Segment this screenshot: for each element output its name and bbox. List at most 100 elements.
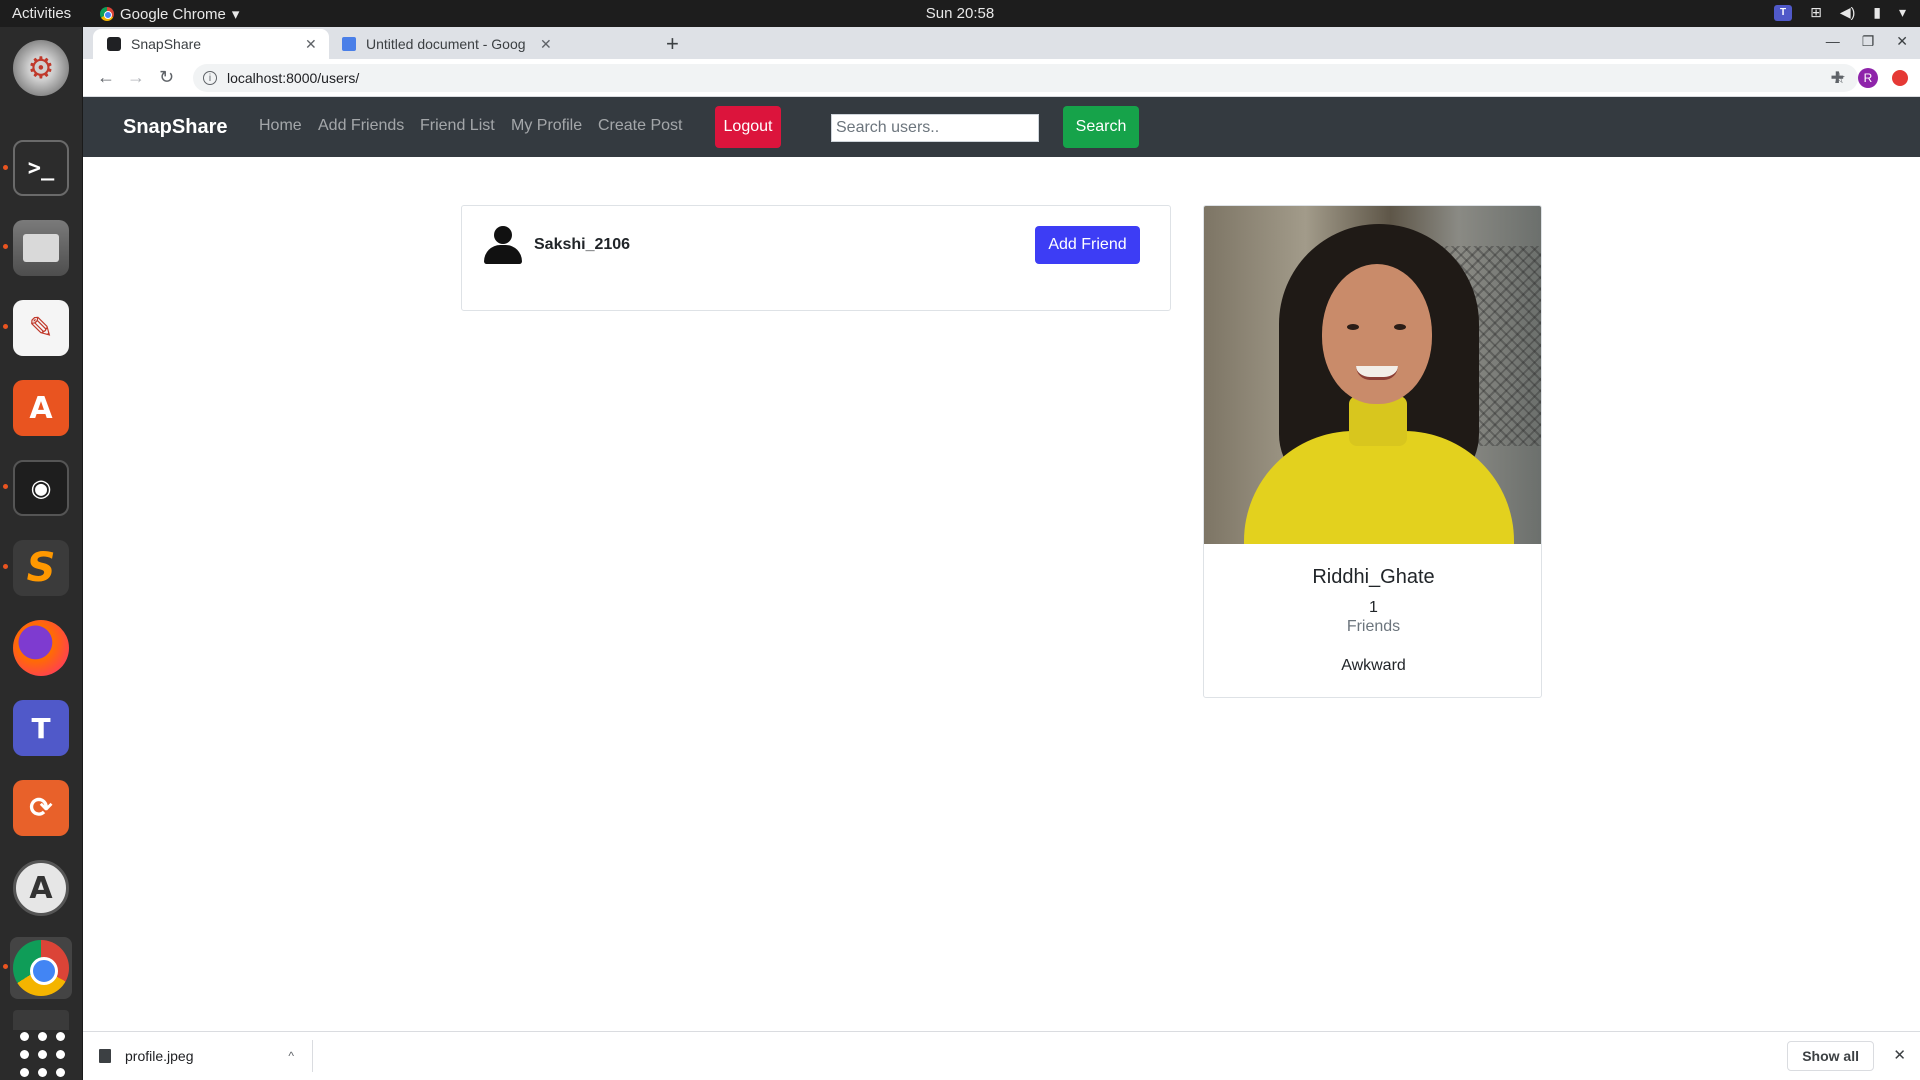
pdf-editor-icon: ⟳: [13, 780, 69, 836]
dock-sublime[interactable]: S: [10, 537, 72, 599]
forward-icon[interactable]: →: [127, 67, 145, 88]
friends-label: Friends: [1346, 618, 1401, 635]
close-window-icon[interactable]: ✕: [1896, 33, 1908, 50]
dock-terminal[interactable]: >_: [10, 137, 72, 199]
dock-updater[interactable]: A: [10, 857, 72, 919]
battery-icon[interactable]: ▮: [1873, 4, 1881, 21]
address-bar[interactable]: i localhost:8000/users/ ☆: [193, 64, 1858, 92]
network-icon[interactable]: ⊞: [1810, 4, 1822, 21]
text-editor-icon: ✎: [13, 300, 69, 356]
download-filename: profile.jpeg: [125, 1048, 194, 1064]
window-controls: — ❐ ✕: [1826, 33, 1908, 50]
chevron-up-icon[interactable]: ^: [288, 1049, 294, 1063]
dock-pdf[interactable]: ⟳: [10, 777, 72, 839]
search-users-input[interactable]: [831, 114, 1039, 142]
running-indicator: [3, 484, 8, 489]
teams-tray-icon[interactable]: T: [1774, 4, 1793, 21]
dock-safe[interactable]: ◉: [10, 457, 72, 519]
result-username[interactable]: Sakshi_2106: [534, 236, 630, 254]
profile-bio: Awkward: [1341, 657, 1406, 674]
back-icon[interactable]: ←: [97, 67, 115, 88]
dock: ⚙ >_ ✎ A ◉ S T ⟳ A: [0, 27, 83, 1080]
dock-trash[interactable]: [10, 1010, 72, 1030]
chrome-icon: [13, 940, 69, 996]
tab-google-docs[interactable]: Untitled document - Goog ✕: [328, 29, 564, 59]
close-icon[interactable]: ✕: [1893, 1046, 1906, 1064]
file-icon: [99, 1049, 111, 1063]
system-tray[interactable]: T ⊞ ◀) ▮ ▾: [1774, 4, 1906, 21]
site-navbar: SnapShare Home Add Friends Friend List M…: [83, 97, 1920, 157]
add-friend-button[interactable]: Add Friend: [1035, 226, 1140, 264]
dock-files[interactable]: [10, 217, 72, 279]
chrome-icon: [100, 7, 114, 21]
caret-down-icon: ▾: [231, 6, 240, 23]
close-tab-icon[interactable]: ✕: [305, 36, 317, 53]
profile-avatar[interactable]: R: [1858, 68, 1878, 88]
friend-count: 1: [1369, 599, 1378, 616]
app-menu-label: Google Chrome: [120, 5, 226, 23]
reload-icon[interactable]: ↻: [159, 67, 174, 88]
nav-create-post[interactable]: Create Post: [598, 117, 682, 135]
teams-icon: T: [13, 700, 69, 756]
close-tab-icon[interactable]: ✕: [540, 36, 552, 53]
user-result-card: Sakshi_2106 Add Friend: [461, 205, 1171, 311]
toolbar-actions: ✚ R: [1831, 68, 1908, 88]
dock-chrome[interactable]: [10, 937, 72, 999]
show-applications-icon[interactable]: [20, 1032, 65, 1077]
dock-firefox[interactable]: [10, 617, 72, 679]
url-text: localhost:8000/users/: [227, 70, 360, 86]
site-brand[interactable]: SnapShare: [123, 116, 227, 139]
extensions-icon[interactable]: ✚: [1831, 68, 1844, 88]
dock-software[interactable]: A: [10, 377, 72, 439]
system-clock[interactable]: Sun 20:58: [0, 5, 1920, 22]
app-menu[interactable]: Google Chrome ▾: [100, 5, 239, 23]
settings-icon: ⚙: [13, 40, 69, 96]
site-info-icon[interactable]: i: [203, 71, 217, 85]
volume-icon[interactable]: ◀): [1840, 4, 1855, 21]
power-menu-icon[interactable]: ▾: [1899, 4, 1906, 21]
software-store-icon: A: [13, 380, 69, 436]
page-viewport: SnapShare Home Add Friends Friend List M…: [83, 97, 1920, 1031]
dock-teams[interactable]: T: [10, 697, 72, 759]
firefox-icon: [13, 620, 69, 676]
profile-photo: [1204, 206, 1541, 544]
nav-my-profile[interactable]: My Profile: [511, 117, 582, 135]
snapshare-favicon: [107, 37, 121, 51]
docs-favicon: [342, 37, 356, 51]
trash-icon: [13, 1010, 69, 1030]
tab-title: Untitled document - Goog: [366, 36, 526, 52]
activities-button[interactable]: Activities: [12, 5, 71, 22]
download-item[interactable]: profile.jpeg ^: [93, 1040, 313, 1072]
running-indicator: [3, 564, 8, 569]
sublime-text-icon: S: [13, 540, 69, 596]
nav-home[interactable]: Home: [259, 117, 302, 135]
profile-name: Riddhi_Ghate: [1312, 566, 1435, 588]
system-top-bar: Activities Google Chrome ▾ Sun 20:58 T ⊞…: [0, 0, 1920, 27]
logout-button[interactable]: Logout: [715, 106, 781, 148]
running-indicator: [3, 964, 8, 969]
user-avatar-icon: [484, 226, 522, 264]
show-all-button[interactable]: Show all: [1787, 1041, 1874, 1071]
maximize-icon[interactable]: ❐: [1862, 33, 1875, 50]
software-updater-icon: A: [13, 860, 69, 916]
tab-title: SnapShare: [131, 36, 202, 52]
running-indicator: [3, 244, 8, 249]
profile-card: Riddhi_Ghate 1 Friends Awkward: [1203, 205, 1542, 698]
tab-snapshare[interactable]: SnapShare ✕: [93, 29, 329, 59]
running-indicator: [3, 324, 8, 329]
download-shelf: profile.jpeg ^ Show all ✕: [83, 1031, 1920, 1080]
nav-friend-list[interactable]: Friend List: [420, 117, 495, 135]
browser-tab-strip: SnapShare ✕ Untitled document - Goog ✕ +…: [83, 27, 1920, 59]
terminal-icon: >_: [13, 140, 69, 196]
new-tab-icon[interactable]: +: [666, 31, 679, 57]
safe-icon: ◉: [13, 460, 69, 516]
extension-icon[interactable]: [1892, 70, 1908, 86]
browser-toolbar: ← → ↻ i localhost:8000/users/ ☆ ✚ R: [83, 59, 1920, 97]
search-button[interactable]: Search: [1063, 106, 1139, 148]
minimize-icon[interactable]: —: [1826, 33, 1840, 50]
files-icon: [13, 220, 69, 276]
dock-text-editor[interactable]: ✎: [10, 297, 72, 359]
running-indicator: [3, 165, 8, 170]
dock-settings[interactable]: ⚙: [10, 37, 72, 99]
nav-add-friends[interactable]: Add Friends: [318, 117, 404, 135]
